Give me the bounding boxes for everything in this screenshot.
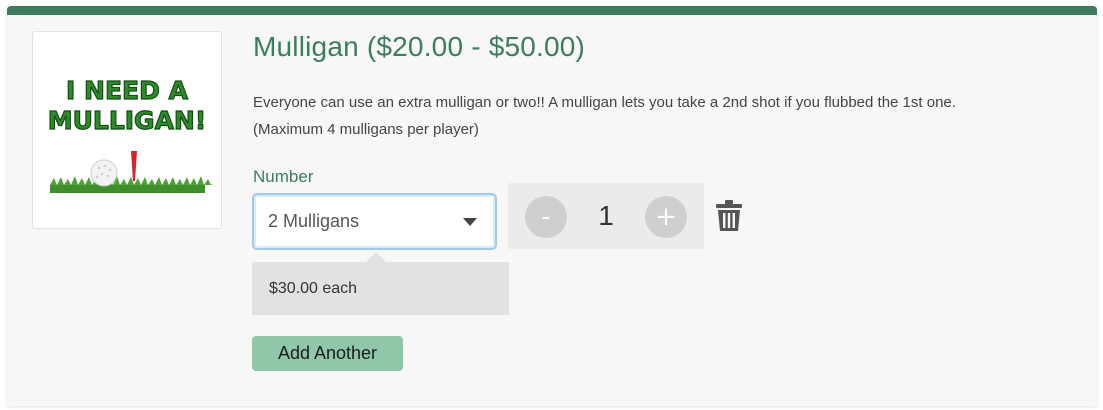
price-tooltip: $30.00 each [252, 252, 509, 315]
number-select-value: 2 Mulligans [268, 211, 360, 231]
increment-button[interactable]: + [645, 196, 687, 238]
image-text-line2: MULLIGAN! [48, 106, 207, 135]
description-line2: (Maximum 4 mulligans per player) [253, 121, 479, 138]
image-text-line1: I NEED A [66, 76, 189, 105]
product-card: I NEED A MULLIGAN! Mulligan ($20.00 - $5… [7, 6, 1097, 406]
decrement-button[interactable]: - [525, 196, 567, 238]
chevron-down-icon [463, 218, 477, 226]
description-line1: Everyone can use an extra mulligan or tw… [253, 94, 956, 111]
quantity-stepper: - 1 + [508, 183, 704, 249]
mulligan-image-graphic: I NEED A MULLIGAN! [42, 45, 212, 215]
product-description: Everyone can use an extra mulligan or tw… [253, 89, 1073, 143]
number-label: Number [253, 167, 314, 186]
number-select[interactable]: 2 Mulligans [252, 193, 497, 250]
trash-icon[interactable] [716, 200, 742, 232]
product-title: Mulligan ($20.00 - $50.00) [253, 31, 586, 62]
product-image: I NEED A MULLIGAN! [32, 31, 222, 229]
add-another-button[interactable]: Add Another [252, 336, 403, 371]
quantity-value: 1 [598, 200, 614, 231]
